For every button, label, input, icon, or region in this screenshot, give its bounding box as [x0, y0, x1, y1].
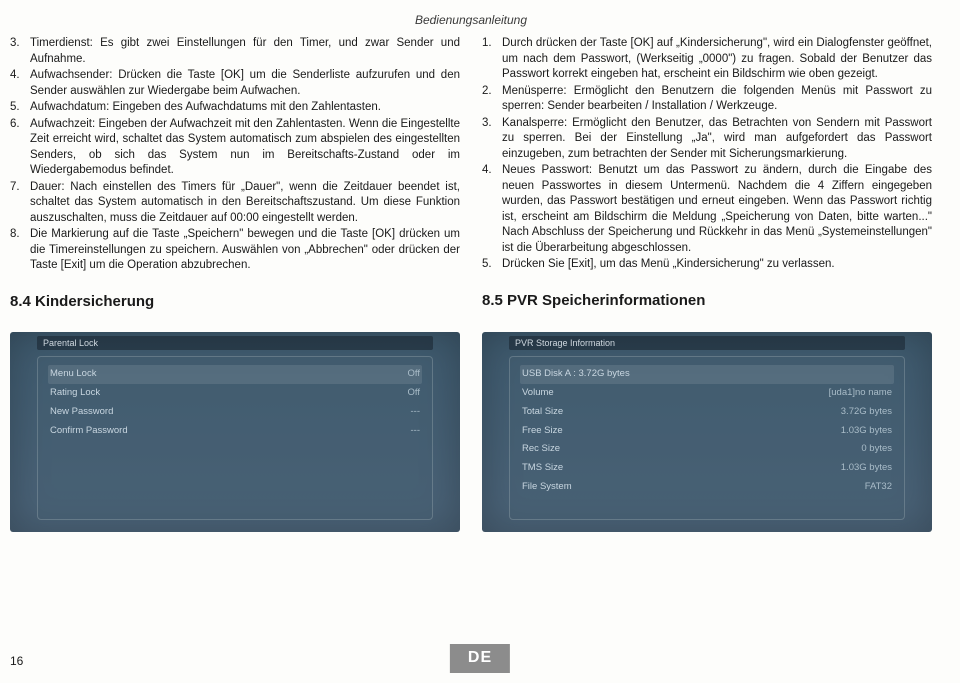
list-text: Durch drücken der Taste [OK] auf „Kinder…	[502, 36, 932, 83]
info-row-value: [uda1]no name	[829, 387, 892, 400]
screenshot-parental-lock: Parental Lock Menu Lock Off Rating Lock Off…	[10, 332, 460, 532]
right-item: 4.Neues Passwort: Benutzt um das Passwor…	[482, 163, 932, 256]
list-text: Aufwachzeit: Eingeben der Aufwachzeit mi…	[30, 117, 460, 179]
list-text: Neues Passwort: Benutzt um das Passwort …	[502, 163, 932, 256]
screenshot-pvr-storage: PVR Storage Information USB Disk A : 3.7…	[482, 332, 932, 532]
list-text: Timerdienst: Es gibt zwei Einstellungen …	[30, 36, 460, 67]
left-item: 6.Aufwachzeit: Eingeben der Aufwachzeit …	[10, 117, 460, 179]
list-number: 7.	[10, 180, 26, 227]
list-text: Aufwachdatum: Eingeben des Aufwachdatums…	[30, 100, 460, 116]
storage-header-text: USB Disk A : 3.72G bytes	[522, 368, 630, 381]
left-column: 3.Timerdienst: Es gibt zwei Einstellunge…	[10, 36, 460, 318]
page-number: 16	[10, 653, 23, 669]
left-item: 7.Dauer: Nach einstellen des Timers für …	[10, 180, 460, 227]
info-row-label: File System	[522, 481, 572, 494]
list-text: Die Markierung auf die Taste „Speichern"…	[30, 227, 460, 274]
list-number: 1.	[482, 36, 498, 83]
screenshots-row: Parental Lock Menu Lock Off Rating Lock Off…	[10, 332, 932, 532]
menu-row: Rating Lock Off	[48, 384, 422, 403]
list-number: 5.	[482, 257, 498, 273]
info-row-label: Total Size	[522, 406, 563, 419]
list-number: 3.	[10, 36, 26, 67]
info-row: Volume [uda1]no name	[520, 384, 894, 403]
menu-row-value: ---	[411, 425, 421, 438]
list-number: 8.	[10, 227, 26, 274]
list-number: 6.	[10, 117, 26, 179]
right-item: 3.Kanalsperre: Ermöglicht den Benutzer, …	[482, 116, 932, 163]
info-row-label: TMS Size	[522, 462, 563, 475]
list-text: Dauer: Nach einstellen des Timers für „D…	[30, 180, 460, 227]
menu-row: New Password ---	[48, 403, 422, 422]
list-text: Kanalsperre: Ermöglicht den Benutzer, da…	[502, 116, 932, 163]
language-badge: DE	[450, 644, 510, 673]
list-number: 2.	[482, 84, 498, 115]
right-item: 2.Menüsperre: Ermöglicht den Benutzern d…	[482, 84, 932, 115]
right-column: 1.Durch drücken der Taste [OK] auf „Kind…	[482, 36, 932, 318]
info-row: Total Size 3.72G bytes	[520, 403, 894, 422]
info-row-value: FAT32	[865, 481, 892, 494]
info-row: Rec Size 0 bytes	[520, 440, 894, 459]
list-text: Aufwachsender: Drücken die Taste [OK] um…	[30, 68, 460, 99]
menu-row-value: Off	[408, 368, 421, 381]
heading-8-4: 8.4 Kindersicherung	[10, 292, 460, 312]
screenshot-a-title: Parental Lock	[37, 336, 433, 350]
list-text: Drücken Sie [Exit], um das Menü „Kinders…	[502, 257, 932, 273]
list-number: 5.	[10, 100, 26, 116]
screenshot-b-title: PVR Storage Information	[509, 336, 905, 350]
menu-row-label: New Password	[50, 406, 113, 419]
left-item: 8.Die Markierung auf die Taste „Speicher…	[10, 227, 460, 274]
info-row: Free Size 1.03G bytes	[520, 422, 894, 441]
info-row-label: Volume	[522, 387, 554, 400]
info-row-value: 3.72G bytes	[841, 406, 892, 419]
list-text: Menüsperre: Ermöglicht den Benutzern die…	[502, 84, 932, 115]
menu-row-label: Rating Lock	[50, 387, 100, 400]
menu-row-label: Confirm Password	[50, 425, 128, 438]
info-row-label: Free Size	[522, 425, 563, 438]
info-row-label: Rec Size	[522, 443, 560, 456]
left-item: 3.Timerdienst: Es gibt zwei Einstellunge…	[10, 36, 460, 67]
info-row: File System FAT32	[520, 478, 894, 497]
left-item: 5.Aufwachdatum: Eingeben des Aufwachdatu…	[10, 100, 460, 116]
list-number: 4.	[10, 68, 26, 99]
right-item: 5.Drücken Sie [Exit], um das Menü „Kinde…	[482, 257, 932, 273]
info-row-value: 1.03G bytes	[841, 425, 892, 438]
info-row-value: 1.03G bytes	[841, 462, 892, 475]
list-number: 3.	[482, 116, 498, 163]
storage-header: USB Disk A : 3.72G bytes	[520, 365, 894, 384]
text-columns: 3.Timerdienst: Es gibt zwei Einstellunge…	[10, 36, 932, 318]
menu-row-value: ---	[411, 406, 421, 419]
list-number: 4.	[482, 163, 498, 256]
menu-row: Confirm Password ---	[48, 422, 422, 441]
right-item: 1.Durch drücken der Taste [OK] auf „Kind…	[482, 36, 932, 83]
doc-header: Bedienungsanleitung	[10, 12, 932, 28]
heading-8-5: 8.5 PVR Speicherinformationen	[482, 291, 932, 311]
menu-row-value: Off	[408, 387, 421, 400]
info-row: TMS Size 1.03G bytes	[520, 459, 894, 478]
left-item: 4.Aufwachsender: Drücken die Taste [OK] …	[10, 68, 460, 99]
info-row-value: 0 bytes	[861, 443, 892, 456]
menu-row-label: Menu Lock	[50, 368, 96, 381]
menu-row: Menu Lock Off	[48, 365, 422, 384]
